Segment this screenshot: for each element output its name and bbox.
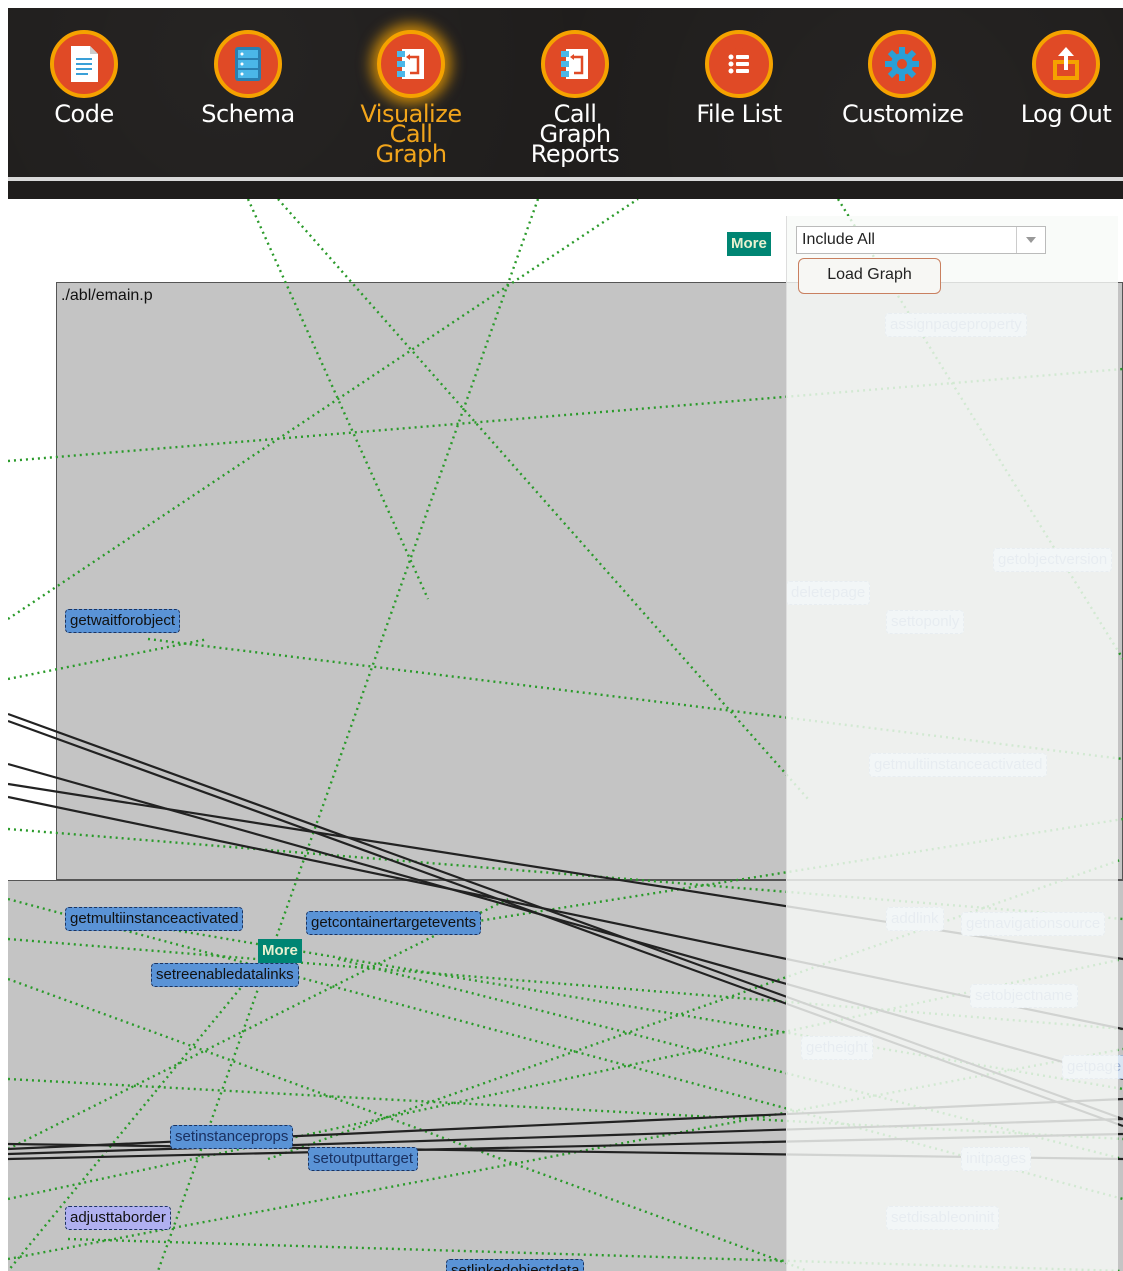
toolbar-item-file-list[interactable]: File List [679, 30, 799, 128]
load-graph-button[interactable]: Load Graph [798, 258, 941, 294]
graph-node[interactable]: getcontainertargetevents [306, 911, 482, 935]
logout-icon [1032, 30, 1100, 98]
toolbar-item-label: Code [54, 100, 114, 128]
panel-more-button[interactable]: More [727, 232, 771, 256]
more-button[interactable]: More [258, 939, 302, 963]
graph-node[interactable]: setlinkedobjectdata [446, 1259, 585, 1271]
include-filter-select[interactable]: Include All [796, 226, 1046, 254]
toolbar-item-label: Customize [842, 100, 964, 128]
call-graph-report-icon [541, 30, 609, 98]
graph-node[interactable]: getwaitforobject [65, 609, 181, 633]
list-icon [705, 30, 773, 98]
toolbar-item-schema[interactable]: Schema [188, 30, 308, 128]
toolbar-item-customize[interactable]: Customize [842, 30, 964, 128]
toolbar-item-log-out[interactable]: Log Out [1006, 30, 1123, 128]
schema-icon [214, 30, 282, 98]
chevron-down-icon[interactable] [1016, 227, 1045, 253]
top-toolbar: Code Schema Visualize Call Graph Call Gra… [8, 8, 1123, 177]
toolbar-item-label: Call Graph Reports [530, 100, 620, 168]
include-filter-value: Include All [802, 231, 875, 248]
graph-node[interactable]: setreenabledatalinks [151, 963, 299, 987]
graph-options-panel: Include All Load Graph [786, 216, 1118, 1271]
toolbar-divider [8, 181, 1123, 199]
call-graph-icon [377, 30, 445, 98]
graph-node[interactable]: getmultiinstanceactivated [65, 907, 244, 931]
graph-node[interactable]: setoutputtarget [308, 1147, 419, 1171]
graph-node[interactable]: adjusttaborder [65, 1206, 171, 1230]
toolbar-item-visualize-call-graph[interactable]: Visualize Call Graph [351, 30, 471, 168]
document-icon [50, 30, 118, 98]
toolbar-item-code[interactable]: Code [24, 30, 144, 128]
toolbar-item-label: Visualize Call Graph [360, 100, 462, 168]
gear-icon [868, 30, 936, 98]
toolbar-item-label: Schema [201, 100, 295, 128]
toolbar-item-label: Log Out [1020, 100, 1112, 128]
toolbar-item-call-graph-reports[interactable]: Call Graph Reports [515, 30, 635, 168]
toolbar-item-label: File List [696, 100, 782, 128]
graph-node[interactable]: setinstanceprops [170, 1125, 294, 1149]
